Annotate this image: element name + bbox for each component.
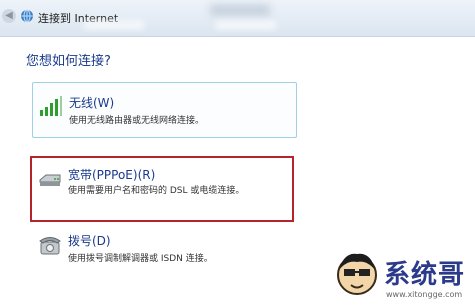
network-icon xyxy=(21,9,33,23)
option-wireless[interactable]: 无线(W) 使用无线路由器或无线网络连接。 xyxy=(32,82,297,138)
option-title: 拨号(D) xyxy=(68,234,111,248)
title-bar: ◀ 连接到 Internet xyxy=(0,0,475,37)
mascot-logo xyxy=(337,253,377,295)
watermark-brand: 系统哥 xyxy=(384,260,466,290)
wireless-signal-icon xyxy=(40,96,62,116)
option-description: 使用无线路由器或无线网络连接。 xyxy=(69,116,205,126)
blurred-region xyxy=(84,20,144,30)
option-dialup[interactable]: 拨号(D) 使用拨号调制解调器或 ISDN 连接。 xyxy=(32,226,297,282)
back-button[interactable]: ◀ xyxy=(2,9,16,23)
page-heading: 您想如何连接? xyxy=(26,54,111,69)
option-description: 使用拨号调制解调器或 ISDN 连接。 xyxy=(68,254,213,264)
blurred-region xyxy=(216,20,276,30)
option-title: 无线(W) xyxy=(69,96,115,110)
option-description: 使用需要用户名和密码的 DSL 或电缆连接。 xyxy=(68,186,245,196)
option-title: 宽带(PPPoE)(R) xyxy=(68,168,156,182)
modem-icon xyxy=(39,174,61,186)
option-broadband-pppoe[interactable]: 宽带(PPPoE)(R) 使用需要用户名和密码的 DSL 或电缆连接。 xyxy=(30,156,294,222)
telephone-icon xyxy=(39,237,61,255)
watermark-url: www.xitongge.com xyxy=(386,290,463,299)
blurred-region xyxy=(210,4,270,16)
watermark: 系统哥 www.xitongge.com xyxy=(328,248,475,305)
